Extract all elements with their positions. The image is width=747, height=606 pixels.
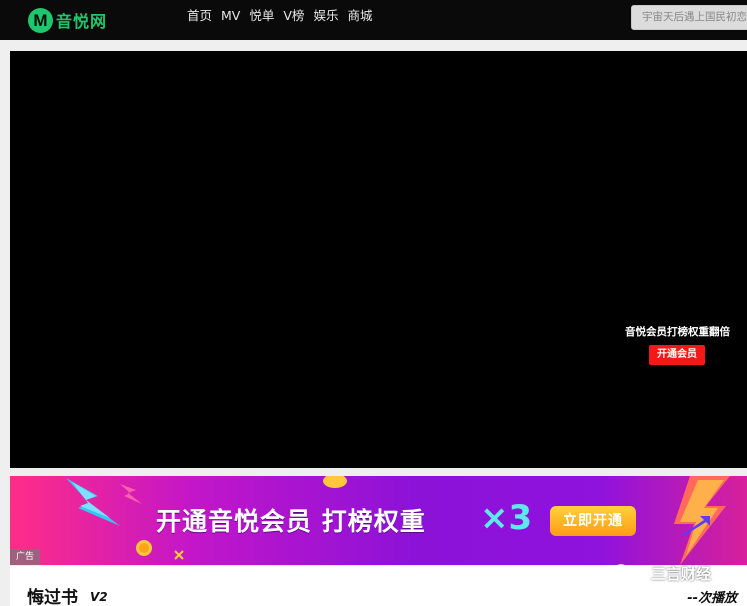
wechat-watermark: 三言财经 — [613, 560, 711, 586]
nav-home[interactable]: 首页 — [187, 8, 212, 24]
star-decoration — [174, 550, 184, 560]
lightning-decoration-pink — [120, 484, 142, 504]
ad-multiplier: ×3 — [480, 498, 533, 538]
logo-icon: M — [28, 7, 53, 33]
arrow-decoration — [680, 516, 710, 536]
watermark-text: 三言财经 — [651, 564, 712, 583]
search-input[interactable]: 宇宙天后遇上国民初恋 — [631, 5, 747, 30]
player-promo-text: 音悦会员打榜权重翻倍 — [625, 326, 730, 338]
wechat-icon — [613, 564, 635, 581]
ad-open-now-button[interactable]: 立即开通 — [550, 506, 636, 536]
site-logo[interactable]: M 音悦网 — [28, 7, 108, 33]
v-rank-badge: V2 — [90, 590, 108, 604]
nav-store[interactable]: 商城 — [347, 8, 372, 24]
video-title: 悔过书 — [27, 588, 78, 606]
coin-decoration-top — [323, 476, 347, 488]
video-player[interactable]: 音悦会员打榜权重翻倍 开通会员 — [10, 51, 747, 468]
nav-v-chart[interactable]: V榜 — [283, 8, 304, 24]
page: M 音悦网 首页 MV 悦单 V榜 娱乐 商城 宇宙天后遇上国民初恋 音悦会员打… — [0, 0, 747, 606]
nav-entertainment[interactable]: 娱乐 — [313, 8, 338, 24]
main-nav: 首页 MV 悦单 V榜 娱乐 商城 — [187, 8, 381, 24]
ad-headline: 开通音悦会员 打榜权重 — [156, 507, 426, 536]
nav-mv[interactable]: MV — [221, 8, 240, 24]
play-count: --次播放 — [687, 591, 737, 606]
coin-decoration — [136, 540, 152, 556]
ad-banner[interactable]: 开通音悦会员 打榜权重 ×3 立即开通 广告 — [10, 476, 747, 565]
ad-label: 广告 — [10, 549, 40, 565]
top-navigation-bar: M 音悦网 首页 MV 悦单 V榜 娱乐 商城 宇宙天后遇上国民初恋 — [0, 0, 747, 40]
nav-playlists[interactable]: 悦单 — [249, 8, 274, 24]
open-membership-button[interactable]: 开通会员 — [649, 345, 705, 365]
logo-text: 音悦网 — [56, 12, 108, 31]
